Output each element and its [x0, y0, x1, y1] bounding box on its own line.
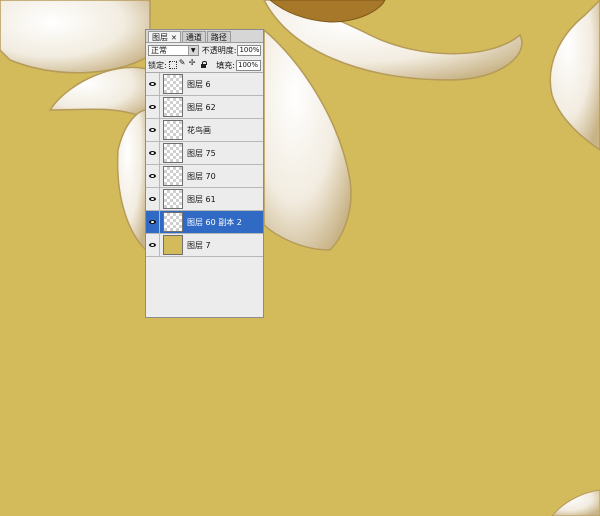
- layer-thumbnail: [163, 166, 183, 186]
- petal-left-curl: [48, 66, 151, 122]
- visibility-eye-icon[interactable]: [146, 188, 160, 210]
- layer-name: 图层 60 副本 2: [187, 217, 242, 227]
- layer-thumbnail: [163, 235, 183, 255]
- fill-input[interactable]: 100%: [236, 59, 261, 71]
- layer-name: 图层 6: [187, 79, 211, 89]
- lock-move-icon[interactable]: [189, 58, 197, 69]
- petal-left-lower: [116, 109, 147, 252]
- opacity-label: 不透明度:: [201, 46, 237, 55]
- lock-label: 锁定:: [148, 60, 167, 70]
- visibility-eye-icon[interactable]: [146, 119, 160, 141]
- layer-name: 图层 62: [187, 102, 216, 112]
- tab-channels-label: 通道: [185, 33, 202, 42]
- opacity-input[interactable]: 100%: [237, 45, 261, 56]
- chevron-down-icon[interactable]: ▼: [187, 46, 198, 55]
- layer-thumbnail: [163, 143, 183, 163]
- visibility-eye-icon[interactable]: [146, 142, 160, 164]
- layer-thumbnail: [163, 189, 183, 209]
- layer-row[interactable]: 花鸟画: [146, 119, 263, 142]
- layer-row[interactable]: 图层 62: [146, 96, 263, 119]
- layers-panel: 图层✕ 通道 路径 正常 ▼ 不透明度: 100% 锁定: 填充: 100% 图…: [145, 29, 264, 318]
- layer-thumbnail: [163, 120, 183, 140]
- petal-top-left: [0, 0, 151, 74]
- tab-paths[interactable]: 路径: [206, 31, 231, 42]
- petal-bottom-right: [551, 489, 600, 516]
- layer-row[interactable]: 图层 6: [146, 73, 263, 96]
- visibility-eye-icon[interactable]: [146, 73, 160, 95]
- fill-label: 填充:: [216, 60, 235, 70]
- layer-name: 图层 70: [187, 171, 216, 181]
- tab-layers-label: 图层: [152, 33, 168, 42]
- layer-name: 图层 75: [187, 148, 216, 158]
- layer-row[interactable]: 图层 7: [146, 234, 263, 257]
- petal-lower-center: [263, 28, 352, 251]
- layer-thumbnail: [163, 97, 183, 117]
- layer-list: 图层 6 图层 62 花鸟画 图层 75 图层 70 图层 61 图层 60 副…: [146, 73, 263, 257]
- layer-name: 图层 61: [187, 194, 216, 204]
- layer-thumbnail: [163, 74, 183, 94]
- petal-right: [549, 0, 600, 151]
- visibility-eye-icon[interactable]: [146, 96, 160, 118]
- tab-layers[interactable]: 图层 ✕: [148, 31, 181, 42]
- layer-row[interactable]: 图层 61: [146, 188, 263, 211]
- tab-channels[interactable]: 通道: [181, 31, 206, 42]
- visibility-eye-icon[interactable]: [146, 165, 160, 187]
- layer-row-selected[interactable]: 图层 60 副本 2: [146, 211, 263, 234]
- lock-brush-icon[interactable]: [179, 58, 187, 69]
- layer-thumbnail: [163, 212, 183, 232]
- close-icon[interactable]: ✕: [171, 34, 177, 42]
- lock-fill-row: 锁定: 填充: 100%: [146, 58, 263, 73]
- visibility-eye-icon[interactable]: [146, 234, 160, 256]
- tab-paths-label: 路径: [210, 33, 227, 42]
- layer-name: 花鸟画: [187, 125, 211, 135]
- lock-all-icon[interactable]: [199, 61, 207, 69]
- layer-row[interactable]: 图层 70: [146, 165, 263, 188]
- lock-transparent-icon[interactable]: [168, 61, 177, 69]
- blend-opacity-row: 正常 ▼ 不透明度: 100%: [146, 43, 263, 58]
- panel-tabbar: 图层 ✕ 通道 路径: [146, 30, 263, 43]
- blend-mode-value: 正常: [151, 46, 167, 55]
- blend-mode-select[interactable]: 正常 ▼: [148, 45, 199, 56]
- layer-row[interactable]: 图层 75: [146, 142, 263, 165]
- visibility-eye-icon[interactable]: [146, 211, 160, 233]
- layer-name: 图层 7: [187, 240, 211, 250]
- canvas-flower-artwork: [0, 0, 600, 516]
